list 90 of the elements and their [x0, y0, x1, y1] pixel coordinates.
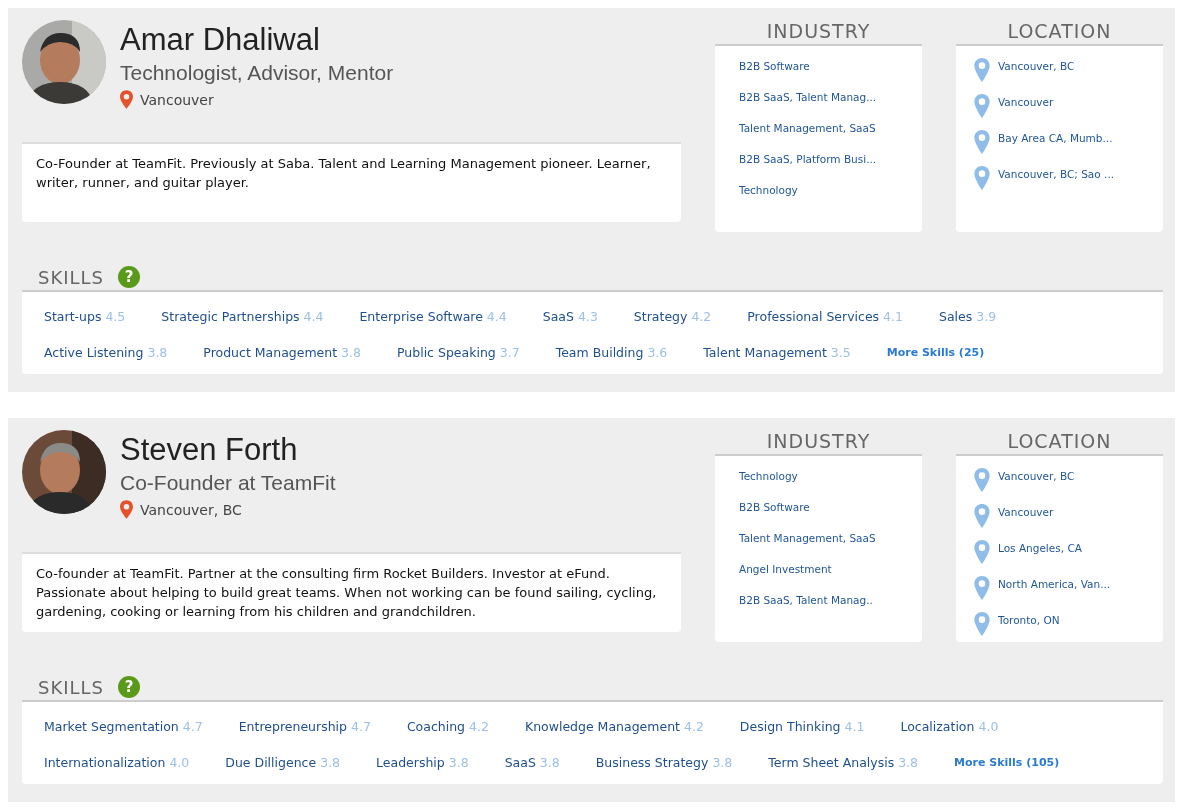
- location-link[interactable]: Vancouver: [998, 94, 1054, 110]
- skill-rating: 3.8: [341, 344, 361, 362]
- industry-link[interactable]: B2B SaaS, Talent Manag...: [739, 89, 912, 106]
- skill-rating: 4.0: [978, 718, 999, 736]
- skill-link[interactable]: Localization: [900, 716, 975, 738]
- industry-link[interactable]: B2B Software: [739, 58, 912, 75]
- location-link[interactable]: Bay Area CA, Mumb...: [998, 130, 1113, 146]
- skill-link[interactable]: Start-ups: [44, 306, 102, 328]
- skill-rating: 4.7: [351, 718, 371, 736]
- skill-link[interactable]: Design Thinking: [739, 716, 841, 738]
- location-text: Vancouver: [140, 91, 214, 108]
- industry-link[interactable]: B2B SaaS, Talent Manag..: [739, 592, 912, 609]
- skill-link[interactable]: Leadership: [376, 752, 445, 774]
- skill-rating: 3.9: [976, 308, 997, 326]
- skill-link[interactable]: Term Sheet Analysis: [768, 752, 895, 774]
- skill-link[interactable]: Strategy: [633, 306, 688, 328]
- skill-rating: 3.7: [499, 344, 520, 362]
- map-pin-icon: [974, 540, 990, 564]
- skill-rating: 4.2: [469, 718, 489, 736]
- skill-link[interactable]: Talent Management: [703, 342, 827, 364]
- skill-rating: 3.8: [898, 754, 919, 772]
- skill-link[interactable]: Due Dilligence: [225, 752, 317, 774]
- skill-link[interactable]: Professional Services: [747, 306, 880, 328]
- map-pin-icon: [974, 130, 990, 154]
- skill-link[interactable]: SaaS: [504, 752, 536, 774]
- more-skills-link[interactable]: More Skills (25): [886, 342, 985, 364]
- skill-link[interactable]: Team Building: [555, 342, 644, 364]
- skill-link[interactable]: Public Speaking: [397, 342, 496, 364]
- skill-rating: 3.5: [830, 344, 851, 362]
- skill-link[interactable]: Entrepreneurship: [238, 716, 347, 738]
- more-skills-link[interactable]: More Skills (105): [954, 752, 1060, 774]
- location-link[interactable]: Vancouver, BC; Sao ...: [998, 166, 1115, 182]
- skill-rating: 4.5: [105, 308, 126, 326]
- skill-rating: 4.2: [683, 718, 704, 736]
- location-link[interactable]: Vancouver, BC: [998, 468, 1075, 484]
- bio-text: Co-Founder at TeamFit. Previously at Saba. Talent and Learning Management pioneer. Learner, writer, runner, and guitar player.: [36, 155, 652, 192]
- skill-rating: 3.8: [712, 754, 733, 772]
- industry-link[interactable]: Technology: [739, 468, 912, 485]
- map-pin-icon: [974, 468, 990, 492]
- person-name: Steven Forth: [120, 432, 299, 468]
- headline: Technologist, Advisor, Mentor: [120, 61, 394, 85]
- skill-link[interactable]: Market Segmentation: [44, 716, 179, 738]
- bio-text: Co-founder at TeamFit. Partner at the consulting firm Rocket Builders. Investor at eFund. Passionate about helping to build great teams. When not working can be found sailing, cycling, gardening, cooking or learning from his children and grandchildren.: [36, 565, 658, 621]
- skill-rating: 3.8: [448, 754, 469, 772]
- skill-link[interactable]: Coaching: [406, 716, 466, 738]
- skill-rating: 3.8: [147, 344, 168, 362]
- location-link[interactable]: Vancouver: [998, 504, 1054, 520]
- person-name: Amar Dhaliwal: [120, 22, 321, 58]
- map-pin-icon: [974, 504, 990, 528]
- location-link[interactable]: North America, Van...: [998, 576, 1111, 592]
- headline: Co-Founder at TeamFit: [120, 471, 336, 495]
- skill-link[interactable]: Enterprise Software: [359, 306, 483, 328]
- location-link[interactable]: Toronto, ON: [998, 612, 1060, 628]
- industry-link[interactable]: Technology: [739, 182, 912, 199]
- skill-link[interactable]: Strategic Partnerships: [161, 306, 300, 328]
- industry-link[interactable]: B2B Software: [739, 499, 912, 516]
- skill-rating: 4.2: [691, 308, 712, 326]
- skill-link[interactable]: Product Management: [203, 342, 338, 364]
- skill-rating: 4.4: [486, 308, 507, 326]
- industry-link[interactable]: Angel Investment: [739, 561, 912, 578]
- location-link[interactable]: Los Angeles, CA: [998, 540, 1082, 556]
- skill-link[interactable]: Sales: [939, 306, 973, 328]
- skill-rating: 4.3: [577, 308, 598, 326]
- skill-rating: 4.1: [844, 718, 865, 736]
- section-heading: SKILLS: [38, 676, 105, 698]
- map-pin-icon: [974, 94, 990, 118]
- skill-rating: 4.0: [169, 754, 190, 772]
- map-pin-icon: [974, 58, 990, 82]
- skill-rating: 3.8: [539, 754, 560, 772]
- section-heading: SKILLS: [38, 266, 105, 288]
- industry-link[interactable]: B2B SaaS, Platform Busi...: [739, 151, 912, 168]
- skill-link[interactable]: Active Listening: [44, 342, 144, 364]
- skill-link[interactable]: Business Strategy: [595, 752, 709, 774]
- location-text: Vancouver, BC: [140, 501, 242, 518]
- map-pin-icon: [974, 612, 990, 636]
- map-pin-icon: [974, 576, 990, 600]
- skill-rating: 3.8: [320, 754, 341, 772]
- skill-rating: 4.7: [182, 718, 203, 736]
- industry-link[interactable]: Talent Management, SaaS: [739, 530, 912, 547]
- skill-rating: 3.6: [647, 344, 668, 362]
- skill-link[interactable]: Knowledge Management: [524, 716, 680, 738]
- skill-link[interactable]: SaaS: [542, 306, 574, 328]
- map-pin-icon: [974, 166, 990, 190]
- location-link[interactable]: Vancouver, BC: [998, 58, 1075, 74]
- map-pin-icon: [120, 90, 133, 109]
- skill-rating: 4.4: [303, 308, 324, 326]
- skill-rating: 4.1: [883, 308, 903, 326]
- industry-link[interactable]: Talent Management, SaaS: [739, 120, 912, 137]
- map-pin-icon: [120, 500, 133, 519]
- skill-link[interactable]: Internationalization: [44, 752, 166, 774]
